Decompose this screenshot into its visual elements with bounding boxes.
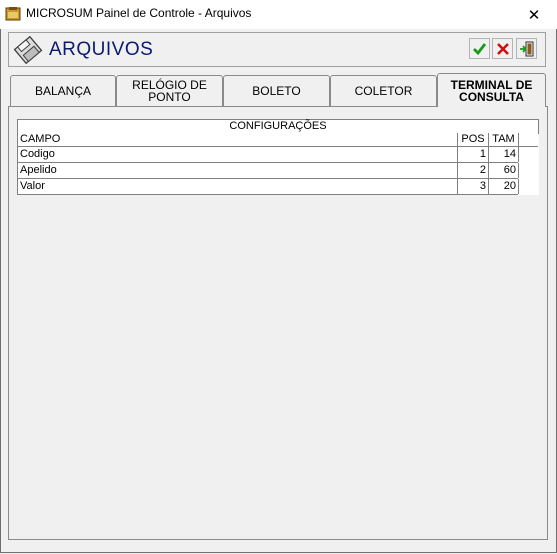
table-row[interactable]: Apelido 2 60	[17, 163, 519, 179]
cancel-button[interactable]	[492, 38, 513, 59]
tab-strip: BALANÇA RELÓGIO DE PONTO BOLETO COLETOR …	[8, 73, 548, 107]
column-header-campo[interactable]: CAMPO	[20, 133, 457, 146]
cell-tam[interactable]: 14	[488, 147, 519, 162]
grid-group-header: CONFIGURAÇÕES	[17, 119, 539, 134]
header-panel: ARQUIVOS	[8, 32, 546, 67]
cell-pos[interactable]: 1	[457, 147, 488, 162]
exit-button[interactable]	[516, 38, 537, 59]
tab-coletor[interactable]: COLETOR	[330, 75, 437, 106]
grid-column-headers: CAMPO POS TAM	[17, 133, 538, 147]
tab-terminal-de-consulta[interactable]: TERMINAL DE CONSULTA	[437, 73, 546, 107]
table-row[interactable]: Valor 3 20	[17, 179, 519, 195]
config-grid[interactable]: CONFIGURAÇÕES CAMPO POS TAM Codigo 1 14 …	[17, 119, 539, 195]
x-icon	[496, 42, 509, 55]
window-title: MICROSUM Painel de Controle - Arquivos	[26, 6, 252, 20]
confirm-button[interactable]	[469, 38, 490, 59]
tab-balanca[interactable]: BALANÇA	[10, 75, 116, 106]
cell-campo[interactable]: Valor	[20, 179, 457, 194]
cell-campo[interactable]: Apelido	[20, 163, 457, 178]
cell-tam[interactable]: 20	[488, 179, 519, 194]
tab-boleto[interactable]: BOLETO	[223, 75, 330, 106]
column-header-tam[interactable]: TAM	[488, 133, 519, 146]
exit-door-icon	[519, 41, 533, 56]
check-icon	[473, 42, 487, 55]
title-bar: MICROSUM Painel de Controle - Arquivos ✕	[0, 0, 557, 29]
page-title: ARQUIVOS	[49, 39, 154, 60]
cell-pos[interactable]: 2	[457, 163, 488, 178]
floppy-disk-icon	[13, 36, 43, 64]
window-close-button[interactable]: ✕	[511, 0, 557, 29]
app-icon	[5, 7, 21, 21]
cell-tam[interactable]: 60	[488, 163, 519, 178]
table-row[interactable]: Codigo 1 14	[17, 147, 519, 163]
tab-relogio-de-ponto[interactable]: RELÓGIO DE PONTO	[116, 75, 223, 106]
column-header-pos[interactable]: POS	[457, 133, 488, 146]
cell-campo[interactable]: Codigo	[20, 147, 457, 162]
cell-pos[interactable]: 3	[457, 179, 488, 194]
